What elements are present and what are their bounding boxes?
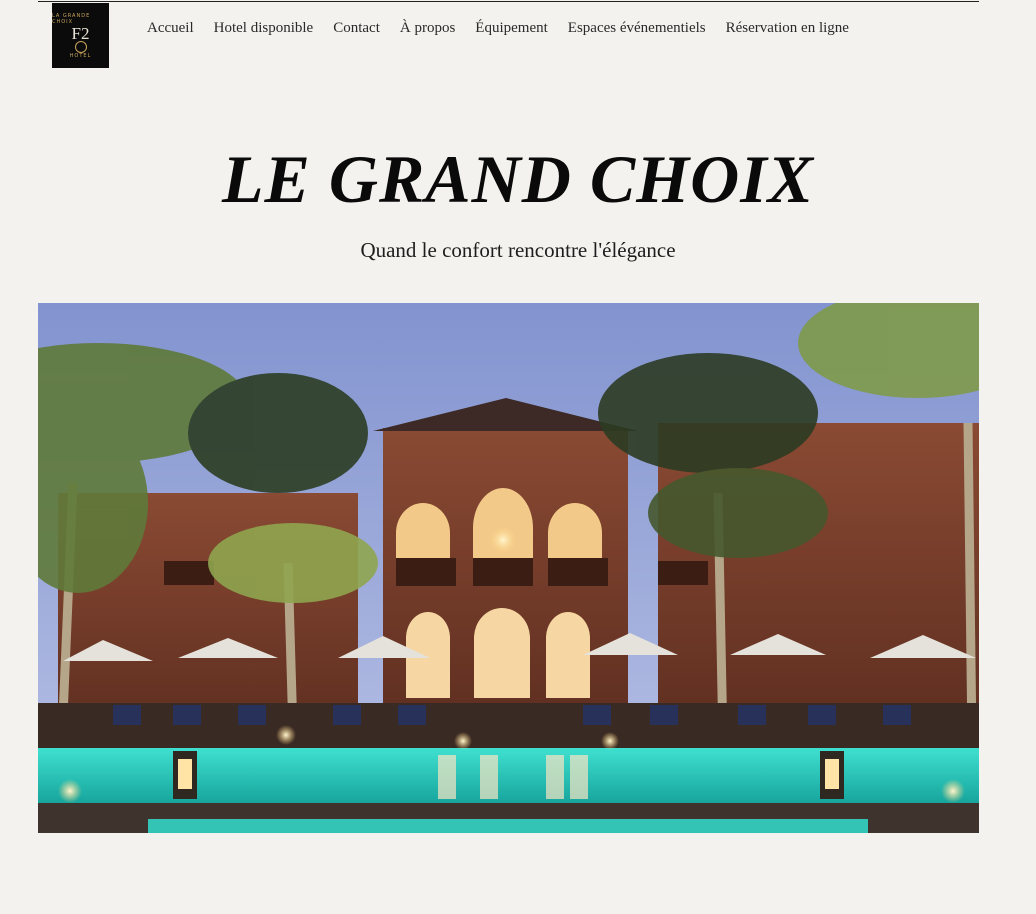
nav-link-reservation-en-ligne[interactable]: Réservation en ligne	[716, 20, 859, 37]
top-divider	[38, 1, 979, 2]
nav-link-accueil[interactable]: Accueil	[137, 20, 204, 37]
logo-circle-icon	[74, 40, 87, 53]
hotel-logo[interactable]: LA GRANDE CHOIX F2 HOTEL	[52, 3, 109, 68]
logo-mark: F2	[71, 23, 90, 43]
nav-link-espaces-evenementiels[interactable]: Espaces événementiels	[558, 20, 716, 37]
hero-hotel-photo	[38, 303, 979, 833]
nav-link-equipement[interactable]: Équipement	[465, 20, 557, 37]
nav-link-hotel-disponible[interactable]: Hotel disponible	[204, 20, 324, 37]
hero-subtitle: Quand le confort rencontre l'élégance	[360, 238, 676, 262]
nav-link-a-propos[interactable]: À propos	[390, 20, 465, 37]
main-navigation: Accueil Hotel disponible Contact À propo…	[137, 18, 859, 38]
logo-arc-text: LA GRANDE CHOIX	[52, 12, 91, 25]
logo-sub-text: HOTEL	[69, 52, 92, 59]
nav-link-contact[interactable]: Contact	[323, 20, 390, 37]
hero-title: LE GRAND CHOIX	[221, 141, 815, 217]
